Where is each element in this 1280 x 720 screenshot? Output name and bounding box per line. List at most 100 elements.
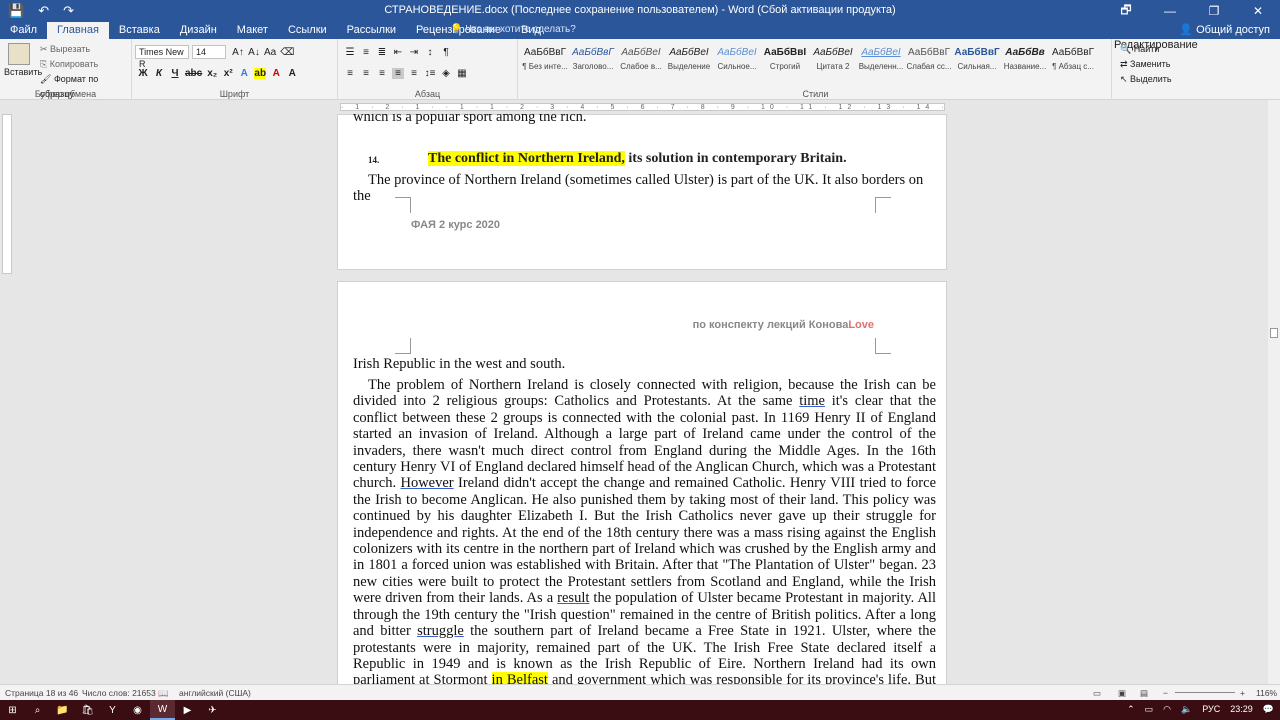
search-icon: 🔍 <box>1120 44 1134 54</box>
tab-layout[interactable]: Макет <box>227 22 278 39</box>
style-strong[interactable]: АаБбВвІ Строгий <box>762 44 808 78</box>
style-book-title[interactable]: АаБбВв Название... <box>1002 44 1048 78</box>
store-icon[interactable]: 🛍 <box>75 700 100 720</box>
change-case-icon[interactable]: Aa <box>264 47 276 58</box>
minimize-icon[interactable]: — <box>1148 0 1192 22</box>
zoom-level[interactable]: 116% <box>1256 688 1277 698</box>
style-subtle-reference[interactable]: АаБбВвГ Слабая сс... <box>906 44 952 78</box>
horizontal-ruler[interactable]: · 1 · 2 · 1 · · 1 · 1 · 2 · 3 · 4 · 5 · … <box>340 103 945 111</box>
find-button[interactable]: 🔍 Найти <box>1114 42 1172 57</box>
style-no-spacing[interactable]: АаБбВвГ ¶ Без инте... <box>522 44 568 78</box>
grammar-mark[interactable]: struggle <box>417 623 464 639</box>
zoom-slider[interactable] <box>1175 692 1235 693</box>
proofing-icon[interactable]: 📖 <box>158 688 169 699</box>
print-layout-icon[interactable]: ▣ <box>1118 688 1126 699</box>
copy-button[interactable]: ⎘ Копировать <box>40 57 131 72</box>
shrink-font-icon[interactable]: A↓ <box>248 47 260 58</box>
heading-number: 14. <box>368 155 380 165</box>
font-name-box[interactable]: Times New R <box>135 45 189 69</box>
tab-file[interactable]: Файл <box>0 22 47 39</box>
scrollbar-thumb[interactable] <box>1270 328 1278 338</box>
language[interactable]: английский (США) <box>179 688 251 698</box>
justify-icon[interactable]: ≡ <box>392 68 404 79</box>
style-list-paragraph[interactable]: АаБбВвГ ¶ Абзац с... <box>1050 44 1096 78</box>
clock[interactable]: 23:29 <box>1230 704 1253 715</box>
grammar-mark[interactable]: However <box>400 475 453 491</box>
page-count[interactable]: Страница 18 из 46 <box>5 688 78 698</box>
grammar-mark[interactable]: time <box>799 393 825 409</box>
multilevel-list-icon[interactable]: ≣ <box>376 47 388 58</box>
style-intense-reference[interactable]: АаБбВвГ Сильная... <box>954 44 1000 78</box>
bullets-icon[interactable]: ☰ <box>344 47 356 58</box>
text-effects-icon[interactable]: A <box>238 68 250 79</box>
bold-icon[interactable]: Ж <box>137 68 149 79</box>
strikethrough-icon[interactable]: abc <box>185 68 202 79</box>
tab-design[interactable]: Дизайн <box>170 22 227 39</box>
borders-icon[interactable]: ▦ <box>456 68 468 79</box>
vertical-scrollbar[interactable] <box>1268 100 1280 684</box>
font-size-box[interactable]: 14 <box>192 45 226 59</box>
numbering-icon[interactable]: ≡ <box>360 47 372 58</box>
shading-icon[interactable]: ◈ <box>440 68 452 79</box>
telegram-icon[interactable]: ✈ <box>200 700 225 720</box>
yandex-browser-icon[interactable]: Y <box>100 700 125 720</box>
style-quote-2[interactable]: АаБбВеІ Цитата 2 <box>810 44 856 78</box>
zoom-in-icon[interactable]: + <box>1240 688 1245 698</box>
superscript-icon[interactable]: x² <box>222 68 234 79</box>
file-explorer-icon[interactable]: 📁 <box>50 700 75 720</box>
decrease-indent-icon[interactable]: ⇤ <box>392 47 404 58</box>
style-intense-emphasis[interactable]: АаБбВеІ Сильное... <box>714 44 760 78</box>
zoom-out-icon[interactable]: − <box>1163 688 1168 698</box>
align-center-icon[interactable]: ≡ <box>360 68 372 79</box>
style-sample: АаБбВеІ <box>717 47 757 58</box>
clear-format-icon[interactable]: ⌫ <box>280 47 294 58</box>
chrome-icon[interactable]: ◉ <box>125 700 150 720</box>
volume-icon[interactable]: 🔈 <box>1181 704 1192 715</box>
char-shading-icon[interactable]: A <box>286 68 298 79</box>
word-count[interactable]: Число слов: 21653 <box>82 688 156 698</box>
windows-start-icon[interactable]: ⊞ <box>0 700 25 720</box>
underline-icon[interactable]: Ч <box>169 68 181 79</box>
paste-button[interactable]: Вставить <box>4 43 42 77</box>
cut-button[interactable]: ✂ Вырезать <box>40 42 131 57</box>
sort-icon[interactable]: ↕ <box>424 47 436 58</box>
align-left-icon[interactable]: ≡ <box>344 68 356 79</box>
word-app-icon[interactable]: W <box>150 700 175 720</box>
align-right-icon[interactable]: ≡ <box>376 68 388 79</box>
tab-home[interactable]: Главная <box>47 22 109 39</box>
line-spacing-icon[interactable]: ↕≡ <box>424 68 436 79</box>
pdf-reader-icon[interactable]: ▶ <box>175 700 200 720</box>
grow-font-icon[interactable]: A↑ <box>232 47 244 58</box>
select-button[interactable]: ↖ Выделить <box>1114 72 1172 87</box>
notifications-icon[interactable]: 💬 <box>1263 704 1274 715</box>
italic-icon[interactable]: К <box>153 68 165 79</box>
increase-indent-icon[interactable]: ⇥ <box>408 47 420 58</box>
style-heading[interactable]: АаБбВвГ Заголово... <box>570 44 616 78</box>
battery-icon[interactable]: ▭ <box>1145 704 1154 715</box>
style-subtle-emphasis[interactable]: АаБбВеІ Слабое в... <box>618 44 664 78</box>
subscript-icon[interactable]: x₂ <box>206 68 218 79</box>
highlight-icon[interactable]: ab <box>254 68 267 79</box>
share-button[interactable]: 👤 Общий доступ <box>1179 23 1270 36</box>
search-icon[interactable]: ⌕ <box>25 700 50 720</box>
pilcrow-icon[interactable]: ¶ <box>440 47 452 58</box>
chevron-up-icon[interactable]: ⌃ <box>1127 704 1135 715</box>
read-mode-icon[interactable]: ▭ <box>1093 688 1101 699</box>
maximize-icon[interactable]: ❐ <box>1192 0 1236 22</box>
distributed-icon[interactable]: ≡ <box>408 68 420 79</box>
tab-mailings[interactable]: Рассылки <box>337 22 406 39</box>
web-layout-icon[interactable]: ▤ <box>1140 688 1148 699</box>
input-language[interactable]: РУС <box>1202 704 1220 715</box>
tell-me-search[interactable]: 💡 Что вы хотите сделать? <box>450 24 576 35</box>
network-icon[interactable]: ◠ <box>1163 704 1171 715</box>
style-name: ¶ Абзац с... <box>1052 62 1094 71</box>
ribbon-display-icon[interactable]: 🗗 <box>1104 0 1148 22</box>
replace-button[interactable]: ⇄ Заменить <box>1114 57 1172 72</box>
style-intense-quote[interactable]: АаБбВеІ Выделенн... <box>858 44 904 78</box>
tab-insert[interactable]: Вставка <box>109 22 170 39</box>
tab-references[interactable]: Ссылки <box>278 22 337 39</box>
close-icon[interactable]: ✕ <box>1236 0 1280 22</box>
font-color-icon[interactable]: A <box>270 68 282 79</box>
grammar-mark[interactable]: result <box>557 590 589 606</box>
style-emphasis[interactable]: АаБбВеІ Выделение <box>666 44 712 78</box>
